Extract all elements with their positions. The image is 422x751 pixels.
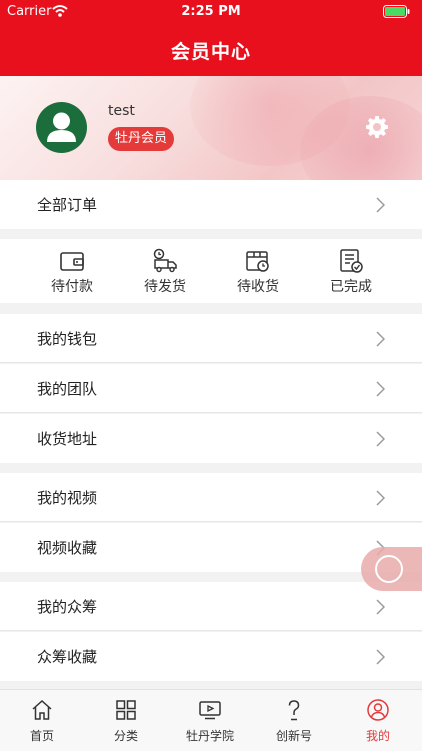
avatar[interactable]	[36, 102, 87, 153]
menu-item-label: 我的视频	[37, 489, 98, 507]
order-status-label: 已完成	[330, 279, 372, 295]
battery-icon	[383, 5, 410, 18]
package-clock-icon	[246, 251, 269, 272]
floating-action-button[interactable]	[361, 547, 422, 591]
status-time: 2:25 PM	[181, 4, 241, 19]
home-icon	[32, 699, 52, 720]
order-status-completed[interactable]: 已完成	[311, 239, 391, 303]
menu-item-wallet[interactable]: 我的钱包	[0, 314, 422, 363]
chevron-right-icon	[376, 197, 385, 213]
username: test	[108, 103, 135, 119]
nav-bar: 会员中心	[0, 24, 422, 76]
checklist-done-icon	[340, 249, 363, 273]
menu-item-label: 视频收藏	[37, 539, 98, 557]
tab-home[interactable]: 首页	[0, 690, 84, 751]
chevron-right-icon	[376, 599, 385, 615]
menu-item-label: 众筹收藏	[37, 648, 98, 666]
question-icon	[288, 700, 300, 721]
menu-item-video-favorites[interactable]: 视频收藏	[0, 523, 422, 572]
order-status-pending-payment[interactable]: 待付款	[32, 239, 112, 303]
tab-label: 创新号	[275, 729, 312, 743]
menu-item-label: 我的团队	[37, 380, 98, 398]
order-status-awaiting-receipt[interactable]: 待收货	[218, 239, 298, 303]
tab-innovation[interactable]: 创新号	[252, 690, 336, 751]
order-status-bar: 待付款 待发货 待收货 已完成	[0, 239, 422, 303]
member-level-badge: 牡丹会员	[108, 127, 175, 151]
circle-icon	[375, 555, 403, 583]
chevron-right-icon	[376, 490, 385, 506]
menu-item-my-crowdfunding[interactable]: 我的众筹	[0, 582, 422, 631]
menu-item-label: 我的众筹	[37, 598, 98, 616]
all-orders-row[interactable]: 全部订单	[0, 180, 422, 229]
tab-mine[interactable]: 我的	[336, 690, 420, 751]
gear-icon[interactable]	[365, 115, 389, 139]
menu-item-label: 我的钱包	[37, 330, 98, 348]
tab-label: 牡丹学院	[185, 729, 234, 743]
user-profile-icon	[367, 699, 389, 721]
menu-item-my-videos[interactable]: 我的视频	[0, 473, 422, 522]
page-title: 会员中心	[170, 41, 251, 63]
chevron-right-icon	[376, 331, 385, 347]
order-status-label: 待付款	[51, 279, 93, 295]
order-status-label: 待发货	[144, 279, 186, 295]
user-silhouette-icon	[47, 112, 76, 142]
all-orders-label: 全部订单	[37, 196, 98, 214]
chevron-right-icon	[376, 649, 385, 665]
tab-label: 分类	[113, 729, 138, 743]
profile-header: test 牡丹会员	[0, 76, 422, 180]
tab-category[interactable]: 分类	[84, 690, 168, 751]
tab-bar: 首页 分类 牡丹学院 创新号 我的	[0, 689, 422, 751]
video-play-icon	[199, 701, 221, 720]
menu-item-team[interactable]: 我的团队	[0, 364, 422, 413]
order-status-label: 待收货	[237, 279, 279, 295]
order-status-awaiting-shipment[interactable]: 待发货	[125, 239, 205, 303]
chevron-right-icon	[376, 431, 385, 447]
grid-icon	[116, 700, 136, 720]
delivery-truck-icon	[153, 248, 177, 273]
tab-label: 首页	[29, 729, 54, 743]
tab-academy[interactable]: 牡丹学院	[168, 690, 252, 751]
menu-item-crowdfunding-favorites[interactable]: 众筹收藏	[0, 632, 422, 681]
menu-item-label: 收货地址	[37, 430, 98, 448]
chevron-right-icon	[376, 381, 385, 397]
wallet-icon	[60, 252, 84, 271]
status-bar: Carrier 2:25 PM	[0, 0, 422, 24]
menu-item-address[interactable]: 收货地址	[0, 414, 422, 463]
tab-label: 我的	[365, 729, 390, 743]
